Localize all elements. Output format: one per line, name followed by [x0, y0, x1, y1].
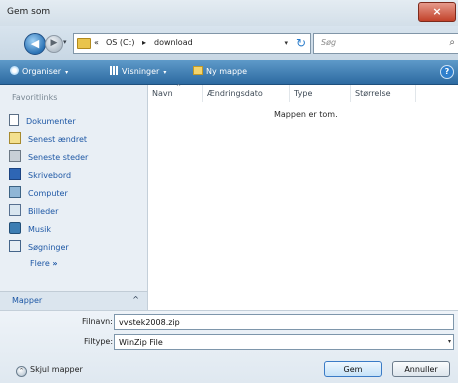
- more-links[interactable]: Flere »: [30, 259, 58, 268]
- folder-icon: [77, 38, 91, 49]
- refresh-icon[interactable]: ↻: [296, 36, 306, 50]
- command-toolbar: Organiser ▾ Visninger ▾ Ny mappe ?: [0, 60, 458, 85]
- column-header-type[interactable]: Type: [290, 85, 351, 102]
- search-placeholder: Søg: [321, 38, 337, 47]
- views-icon: [110, 66, 119, 75]
- nav-link-billeder[interactable]: Billeder: [9, 204, 58, 218]
- organise-button[interactable]: Organiser ▾: [10, 66, 68, 76]
- filetype-label: Filtype:: [84, 337, 114, 346]
- more-chevron-icon: »: [52, 259, 58, 268]
- nav-link-label: Computer: [28, 189, 68, 198]
- save-options-panel: Filnavn: Filtype: WinZip File ▾ ^ Skjul …: [0, 310, 458, 383]
- column-header-label: Navn: [152, 89, 173, 98]
- music-icon: [9, 222, 21, 234]
- column-header-name[interactable]: Navn ^: [148, 84, 203, 102]
- more-links-label: Flere: [30, 259, 50, 268]
- filename-input[interactable]: [114, 314, 454, 330]
- recently-changed-icon: [9, 132, 21, 144]
- nav-link-label: Søgninger: [28, 243, 69, 252]
- address-row: ◀ ▶ ▾ « OS (C:) ▸ download ▾ ↻ Søg ⌕: [0, 26, 458, 60]
- save-button[interactable]: Gem: [324, 361, 382, 377]
- column-header-label: Størrelse: [355, 89, 391, 98]
- breadcrumb-download[interactable]: download: [154, 38, 193, 47]
- empty-folder-message: Mappen er tom.: [274, 110, 338, 119]
- desktop-icon: [9, 168, 21, 180]
- nav-link-label: Billeder: [28, 207, 59, 216]
- help-icon[interactable]: ?: [440, 65, 454, 79]
- views-button[interactable]: Visninger ▾: [110, 66, 166, 76]
- window-title: Gem som: [7, 7, 51, 17]
- close-button[interactable]: ×: [418, 2, 456, 22]
- nav-link-label: Senest ændret: [28, 135, 88, 144]
- nav-link-label: Dokumenter: [26, 117, 76, 126]
- nav-link-soegninger[interactable]: Søgninger: [9, 240, 69, 254]
- new-folder-icon: [193, 66, 203, 75]
- folders-toggle[interactable]: Mapper ^: [0, 291, 148, 311]
- address-dropdown-icon[interactable]: ▾: [284, 39, 288, 47]
- nav-link-label: Seneste steder: [28, 153, 89, 162]
- nav-link-musik[interactable]: Musik: [9, 222, 51, 236]
- column-header-label: Ændringsdato: [207, 89, 263, 98]
- sort-ascending-icon: ^: [176, 84, 182, 91]
- title-bar: Gem som ×: [0, 0, 458, 26]
- forward-button[interactable]: ▶: [45, 35, 63, 53]
- views-label: Visninger: [122, 67, 160, 76]
- organise-caret-icon: ▾: [65, 69, 69, 76]
- filetype-value: WinZip File: [119, 338, 163, 347]
- nav-link-senest-aendret[interactable]: Senest ændret: [9, 132, 87, 146]
- path-overflow-chevron[interactable]: «: [94, 38, 99, 47]
- pictures-icon: [9, 204, 21, 216]
- computer-icon: [9, 186, 21, 198]
- nav-link-seneste-steder[interactable]: Seneste steder: [9, 150, 88, 164]
- searches-icon: [9, 240, 21, 252]
- address-bar[interactable]: « OS (C:) ▸ download ▾ ↻: [73, 33, 311, 54]
- nav-link-skrivebord[interactable]: Skrivebord: [9, 168, 71, 182]
- navigation-pane: Favoritlinks Dokumenter Senest ændret Se…: [0, 85, 148, 291]
- column-header-size[interactable]: Størrelse: [351, 85, 416, 102]
- recent-places-icon: [9, 150, 21, 162]
- organise-label: Organiser: [22, 67, 62, 76]
- folders-label: Mapper: [12, 296, 43, 305]
- chevron-up-icon[interactable]: ^: [16, 366, 27, 377]
- recent-pages-dropdown[interactable]: ▾: [63, 38, 67, 46]
- save-as-dialog: Gem som × ◀ ▶ ▾ « OS (C:) ▸ download ▾ ↻…: [0, 0, 458, 383]
- new-folder-label: Ny mappe: [206, 67, 248, 76]
- column-header-label: Type: [294, 89, 313, 98]
- column-header-date[interactable]: Ændringsdato: [203, 85, 290, 102]
- back-button[interactable]: ◀: [24, 33, 46, 55]
- file-list[interactable]: Navn ^ Ændringsdato Type Størrelse Mappe…: [148, 84, 458, 310]
- cancel-button[interactable]: Annuller: [392, 361, 450, 377]
- search-input[interactable]: Søg ⌕: [313, 33, 458, 54]
- filename-label: Filnavn:: [82, 317, 113, 326]
- filetype-select[interactable]: WinZip File ▾: [114, 334, 454, 350]
- breadcrumb-os-c[interactable]: OS (C:): [106, 38, 134, 47]
- organise-icon: [10, 66, 19, 75]
- breadcrumb-separator[interactable]: ▸: [142, 38, 146, 47]
- nav-link-dokumenter[interactable]: Dokumenter: [9, 114, 76, 128]
- nav-link-label: Skrivebord: [28, 171, 72, 180]
- nav-link-computer[interactable]: Computer: [9, 186, 68, 200]
- nav-link-label: Musik: [28, 225, 51, 234]
- search-icon[interactable]: ⌕: [449, 37, 455, 48]
- chevron-up-icon: ^: [132, 295, 139, 304]
- views-caret-icon: ▾: [163, 69, 167, 76]
- new-folder-button[interactable]: Ny mappe: [193, 66, 247, 76]
- favorite-links-heading: Favoritlinks: [12, 93, 58, 102]
- documents-icon: [9, 114, 19, 126]
- hide-folders-link[interactable]: Skjul mapper: [30, 365, 83, 374]
- chevron-down-icon: ▾: [447, 338, 451, 345]
